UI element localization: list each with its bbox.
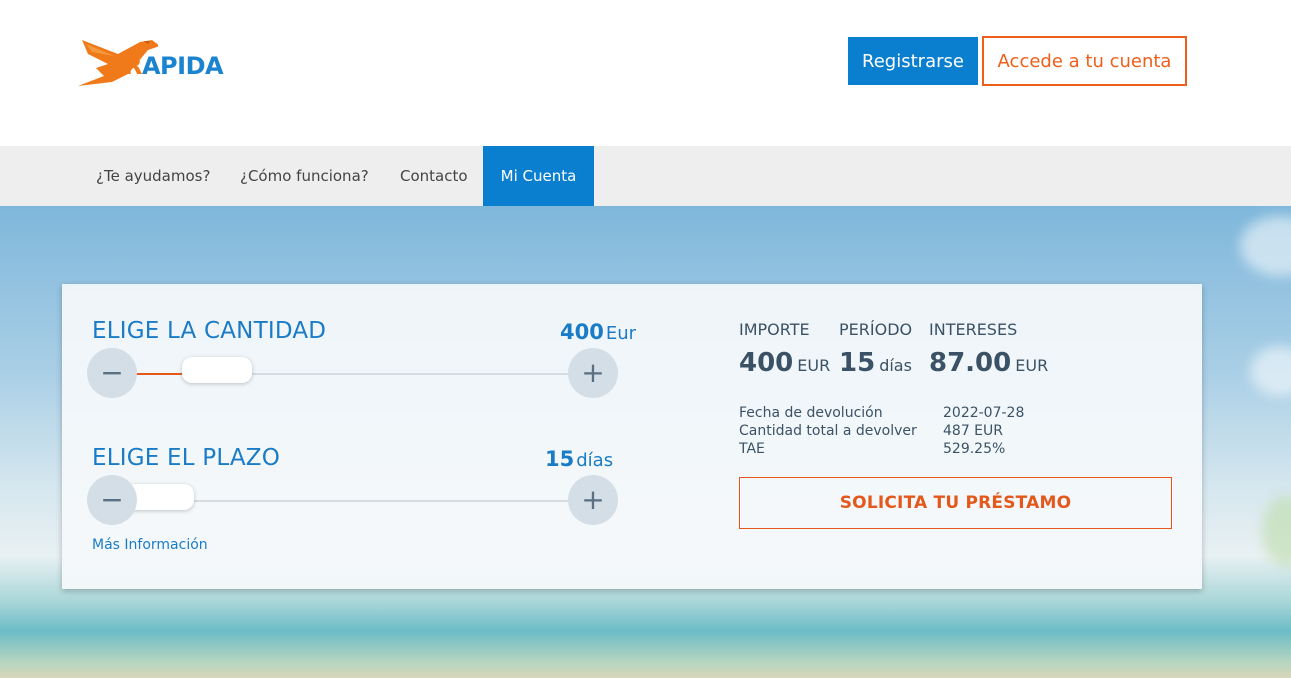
due-date-value: 2022-07-28 — [943, 405, 1025, 421]
total-value: 487 EUR — [943, 423, 1003, 439]
cloud-decoration — [1240, 216, 1291, 276]
term-unit: días — [576, 450, 614, 471]
loan-calculator-card: ELIGE LA CANTIDAD 400 Eur − + ELIGE EL PL… — [62, 284, 1202, 589]
amount-decrease-button[interactable]: − — [87, 348, 137, 398]
tae-value: 529.25% — [943, 441, 1006, 457]
cloud-decoration — [1250, 346, 1291, 396]
total-label: Cantidad total a devolver — [739, 423, 917, 439]
tae-label: TAE — [739, 441, 765, 457]
apply-loan-button[interactable]: SOLICITA TU PRÉSTAMO — [739, 477, 1172, 529]
interest-summary-number: 87.00 — [929, 348, 1012, 378]
period-summary-unit: días — [879, 356, 912, 375]
interest-summary-unit: EUR — [1015, 356, 1049, 375]
nav-item-how-it-works[interactable]: ¿Cómo funciona? — [240, 146, 369, 206]
amount-unit: Eur — [605, 323, 637, 344]
period-summary-value: 15 días — [839, 348, 912, 378]
term-title: ELIGE EL PLAZO — [92, 445, 281, 471]
term-value: 15 días — [545, 447, 613, 471]
term-increase-button[interactable]: + — [568, 475, 618, 525]
nav-item-my-account[interactable]: Mi Cuenta — [483, 146, 594, 206]
site-header: RAPIDA Registrarse Accede a tu cuenta — [0, 0, 1291, 146]
amount-summary-value: 400 EUR — [739, 348, 830, 378]
logo-wordmark: RAPIDA — [124, 52, 224, 80]
rapida-logo[interactable]: RAPIDA — [78, 32, 238, 90]
due-date-label: Fecha de devolución — [739, 405, 883, 421]
amount-value: 400 Eur — [560, 320, 636, 344]
interest-summary-label: INTERESES — [929, 320, 1018, 339]
foliage-decoration — [1262, 496, 1291, 566]
register-button[interactable]: Registrarse — [848, 37, 978, 85]
term-decrease-button[interactable]: − — [87, 475, 137, 525]
nav-item-help[interactable]: ¿Te ayudamos? — [96, 146, 210, 206]
period-summary-number: 15 — [839, 348, 876, 378]
interest-summary-value: 87.00 EUR — [929, 348, 1048, 378]
period-summary-label: PERÍODO — [839, 320, 913, 339]
term-number: 15 — [545, 447, 575, 471]
amount-slider-thumb[interactable] — [182, 357, 253, 383]
more-info-link[interactable]: Más Información — [92, 537, 208, 553]
login-button[interactable]: Accede a tu cuenta — [982, 36, 1187, 86]
amount-summary-unit: EUR — [797, 356, 831, 375]
amount-title: ELIGE LA CANTIDAD — [92, 318, 327, 344]
amount-summary-label: IMPORTE — [739, 320, 810, 339]
amount-summary-number: 400 — [739, 348, 794, 378]
amount-number: 400 — [560, 320, 604, 344]
amount-increase-button[interactable]: + — [568, 348, 618, 398]
main-nav: ¿Te ayudamos? ¿Cómo funciona? Contacto M… — [0, 146, 1291, 206]
nav-item-contact[interactable]: Contacto — [400, 146, 468, 206]
